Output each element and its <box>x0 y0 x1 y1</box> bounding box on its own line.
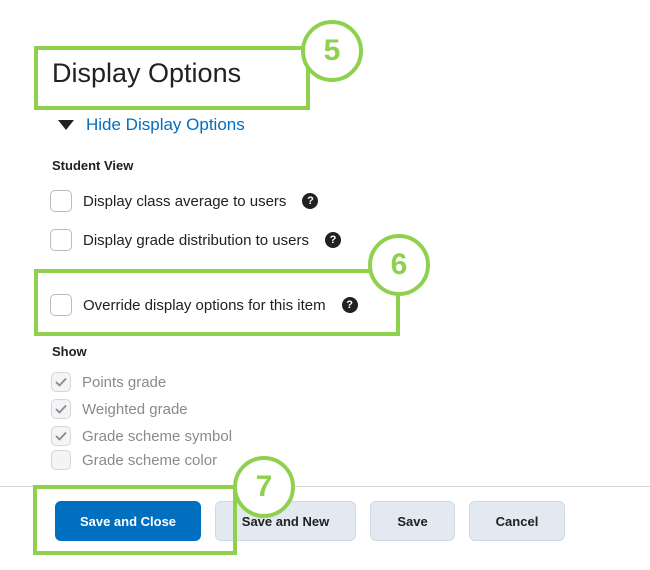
question-circle-icon[interactable]: ? <box>302 193 319 209</box>
question-circle-icon[interactable]: ? <box>341 297 358 313</box>
weighted-grade-checkbox[interactable] <box>51 399 71 419</box>
grade-scheme-color-row: Grade scheme color <box>51 450 217 470</box>
grade-scheme-symbol-row: Grade scheme symbol <box>51 426 232 446</box>
points-grade-row: Points grade <box>51 372 166 392</box>
display-grade-distribution-row: Display grade distribution to users ? <box>50 229 341 251</box>
triangle-down-icon <box>58 120 74 130</box>
save-button[interactable]: Save <box>370 501 455 541</box>
weighted-grade-label: Weighted grade <box>82 400 188 418</box>
cancel-button[interactable]: Cancel <box>469 501 565 541</box>
override-display-options-row: Override display options for this item ? <box>50 294 358 316</box>
display-grade-distribution-label: Display grade distribution to users <box>83 231 309 249</box>
hide-display-options-link[interactable]: Hide Display Options <box>86 115 245 135</box>
points-grade-checkbox[interactable] <box>51 372 71 392</box>
grade-scheme-color-checkbox[interactable] <box>51 450 71 470</box>
grade-scheme-symbol-checkbox[interactable] <box>51 426 71 446</box>
hide-display-options-toggle[interactable]: Hide Display Options <box>58 115 245 135</box>
display-class-average-label: Display class average to users <box>83 192 287 210</box>
display-class-average-row: Display class average to users ? <box>50 190 319 212</box>
checkmark-icon <box>55 404 67 414</box>
override-display-options-checkbox[interactable] <box>50 294 72 316</box>
show-heading: Show <box>52 344 87 359</box>
weighted-grade-row: Weighted grade <box>51 399 188 419</box>
display-class-average-checkbox[interactable] <box>50 190 72 212</box>
display-grade-distribution-checkbox[interactable] <box>50 229 72 251</box>
checkmark-icon <box>55 377 67 387</box>
grade-scheme-symbol-label: Grade scheme symbol <box>82 427 233 445</box>
save-and-close-button[interactable]: Save and Close <box>55 501 201 541</box>
student-view-heading: Student View <box>52 158 134 173</box>
badge-7: 7 <box>233 456 295 518</box>
checkmark-icon <box>55 431 67 441</box>
override-display-options-label: Override display options for this item <box>83 296 326 314</box>
page-title: Display Options <box>52 58 242 88</box>
badge-6: 6 <box>368 234 430 296</box>
question-circle-icon[interactable]: ? <box>324 232 341 248</box>
grade-scheme-color-label: Grade scheme color <box>82 451 218 469</box>
points-grade-label: Points grade <box>82 373 167 391</box>
badge-5: 5 <box>301 20 363 82</box>
